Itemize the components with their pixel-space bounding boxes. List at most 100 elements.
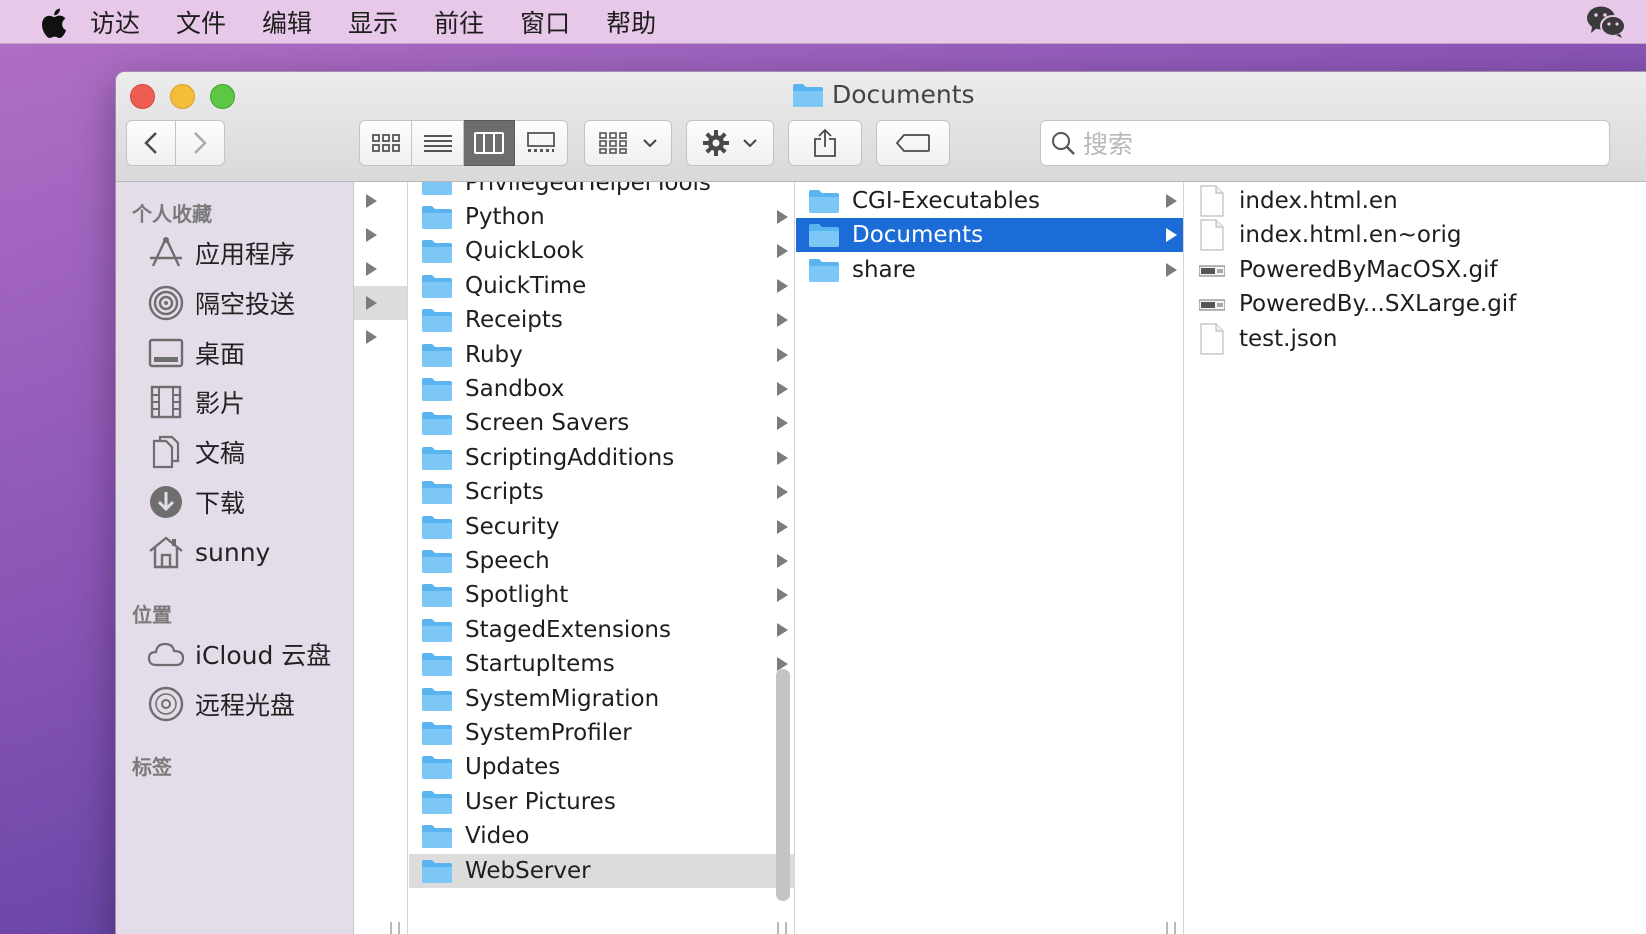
list-item-selected[interactable] bbox=[354, 286, 407, 320]
minimize-button[interactable] bbox=[170, 84, 195, 109]
wechat-status-item[interactable] bbox=[1586, 5, 1626, 43]
home-icon bbox=[146, 532, 186, 572]
sidebar-item-desktop[interactable]: 桌面 bbox=[146, 333, 245, 373]
item-name: test.json bbox=[1239, 325, 1338, 352]
list-item[interactable]: Security bbox=[409, 510, 794, 544]
file-item[interactable]: PoweredByMacOSX.gif bbox=[1185, 253, 1646, 287]
sidebar-item-downloads[interactable]: 下载 bbox=[146, 482, 245, 522]
window-title: Documents bbox=[792, 80, 975, 109]
image-file-icon bbox=[1199, 299, 1225, 311]
item-name: ScriptingAdditions bbox=[465, 444, 675, 471]
group-by-button[interactable] bbox=[584, 120, 672, 166]
sidebar-item-label: 桌面 bbox=[195, 340, 246, 369]
sidebar-item-airdrop[interactable]: 隔空投送 bbox=[146, 283, 295, 323]
menu-help[interactable]: 帮助 bbox=[606, 4, 656, 40]
list-item[interactable]: QuickLook bbox=[409, 234, 794, 268]
menu-view[interactable]: 显示 bbox=[348, 4, 398, 40]
list-item[interactable]: Screen Savers bbox=[409, 406, 794, 440]
menu-file[interactable]: 文件 bbox=[176, 4, 226, 40]
gallery-view-button[interactable] bbox=[515, 120, 568, 166]
disclosure-arrow-icon bbox=[1166, 228, 1177, 243]
folder-icon bbox=[809, 258, 839, 282]
file-item[interactable]: PoweredBy...SXLarge.gif bbox=[1185, 287, 1646, 321]
gear-icon bbox=[703, 130, 729, 156]
list-item[interactable]: StagedExtensions bbox=[409, 613, 794, 647]
tags-button[interactable] bbox=[876, 120, 950, 166]
column-resize-handle[interactable] bbox=[1166, 922, 1176, 934]
list-item[interactable]: Video bbox=[409, 819, 794, 853]
chevron-right-icon bbox=[194, 132, 207, 154]
search-icon bbox=[1052, 132, 1075, 155]
file-item[interactable]: test.json bbox=[1185, 322, 1646, 356]
item-name: Sandbox bbox=[465, 376, 565, 402]
list-item[interactable] bbox=[354, 184, 407, 218]
item-name: Updates bbox=[465, 754, 561, 781]
forward-button[interactable] bbox=[176, 120, 225, 166]
list-item[interactable]: WebServer bbox=[409, 853, 794, 888]
chevron-down-icon bbox=[643, 139, 657, 148]
browser-column-3: index.html.en index.html.en~orig PoweredBy… bbox=[1185, 182, 1646, 934]
item-name: Speech bbox=[465, 548, 550, 574]
sidebar-item-documents[interactable]: 文稿 bbox=[146, 432, 245, 472]
back-button[interactable] bbox=[126, 120, 176, 166]
sidebar-item-icloud[interactable]: iCloud 云盘 bbox=[146, 634, 331, 674]
menu-finder[interactable]: 访达 bbox=[90, 4, 140, 40]
list-item[interactable]: Sandbox bbox=[409, 372, 794, 406]
item-name: index.html.en bbox=[1239, 188, 1398, 214]
item-name: StartupItems bbox=[465, 651, 615, 678]
list-item[interactable]: PrivilegedHelperTools bbox=[409, 182, 794, 200]
list-item[interactable]: Documents bbox=[796, 218, 1183, 253]
list-item[interactable]: Receipts bbox=[409, 303, 794, 337]
list-item[interactable]: SystemProfiler bbox=[409, 716, 794, 750]
column-resize-handle[interactable] bbox=[390, 922, 400, 934]
documents-icon bbox=[146, 432, 186, 472]
list-item[interactable] bbox=[354, 252, 407, 286]
list-item[interactable]: SystemMigration bbox=[409, 682, 794, 716]
vertical-scrollbar[interactable] bbox=[776, 669, 790, 901]
close-button[interactable] bbox=[130, 84, 155, 109]
list-item[interactable]: Speech bbox=[409, 544, 794, 578]
sidebar-item-applications[interactable]: 应用程序 bbox=[146, 233, 295, 273]
search-field[interactable]: 搜索 bbox=[1040, 120, 1610, 166]
sidebar-item-home[interactable]: sunny bbox=[146, 532, 270, 572]
list-item[interactable]: ScriptingAdditions bbox=[409, 441, 794, 475]
browser-column-0 bbox=[354, 182, 408, 934]
list-item[interactable]: QuickTime bbox=[409, 269, 794, 303]
share-button[interactable] bbox=[788, 120, 862, 166]
file-item[interactable]: index.html.en~orig bbox=[1185, 218, 1646, 252]
list-item[interactable]: User Pictures bbox=[409, 785, 794, 819]
menu-go[interactable]: 前往 bbox=[434, 4, 484, 40]
folder-icon bbox=[422, 412, 452, 436]
disclosure-arrow-icon bbox=[777, 278, 788, 293]
column-view-button[interactable] bbox=[464, 120, 515, 166]
disclosure-arrow-icon bbox=[777, 485, 788, 500]
folder-icon bbox=[422, 182, 452, 195]
disclosure-arrow-icon bbox=[777, 588, 788, 603]
menu-window[interactable]: 窗口 bbox=[520, 4, 570, 40]
list-item[interactable] bbox=[354, 320, 407, 354]
item-name: CGI-Executables bbox=[852, 188, 1041, 214]
list-item[interactable]: Updates bbox=[409, 750, 794, 784]
list-item[interactable]: Ruby bbox=[409, 338, 794, 372]
action-button[interactable] bbox=[686, 120, 774, 166]
list-view-button[interactable] bbox=[412, 120, 464, 166]
item-name: PrivilegedHelperTools bbox=[465, 182, 711, 196]
sidebar-item-movies[interactable]: 影片 bbox=[146, 382, 245, 422]
movies-icon bbox=[146, 382, 186, 422]
list-item[interactable] bbox=[354, 218, 407, 252]
list-item[interactable]: Scripts bbox=[409, 475, 794, 509]
airdrop-icon bbox=[146, 283, 186, 323]
apple-menu[interactable] bbox=[28, 0, 90, 44]
list-item[interactable]: Spotlight bbox=[409, 578, 794, 612]
list-item[interactable]: StartupItems bbox=[409, 647, 794, 681]
file-item[interactable]: index.html.en bbox=[1185, 184, 1646, 218]
item-name: QuickTime bbox=[465, 272, 587, 299]
list-item[interactable]: CGI-Executables bbox=[796, 184, 1183, 218]
sidebar-item-remote-disc[interactable]: 远程光盘 bbox=[146, 684, 295, 724]
list-item[interactable]: share bbox=[796, 253, 1183, 287]
zoom-button[interactable] bbox=[210, 84, 235, 109]
list-item[interactable]: Python bbox=[409, 200, 794, 234]
icon-view-button[interactable] bbox=[359, 120, 412, 166]
column-resize-handle[interactable] bbox=[777, 922, 787, 934]
menu-edit[interactable]: 编辑 bbox=[262, 4, 312, 40]
